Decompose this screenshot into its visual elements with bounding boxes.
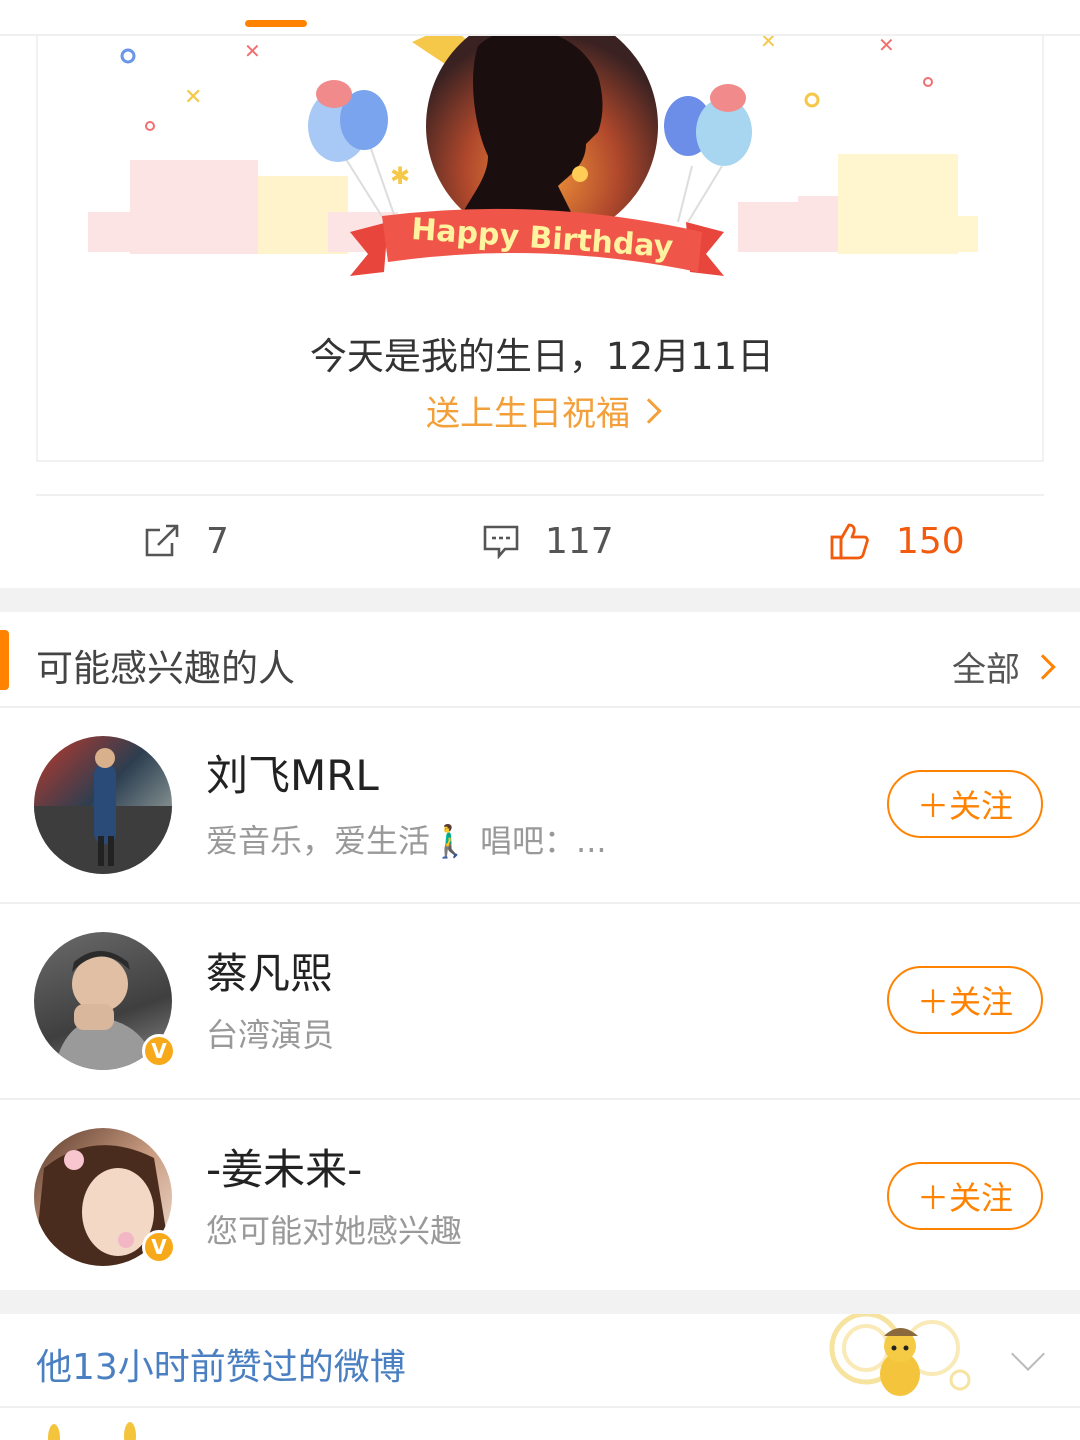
person-row[interactable]: V -姜未来- 您可能对她感兴趣 ＋关注 xyxy=(0,1100,1080,1290)
comment-button[interactable]: 117 xyxy=(483,516,614,566)
section-header: 可能感兴趣的人 全部 xyxy=(0,612,1080,708)
follow-button[interactable]: ＋关注 xyxy=(887,770,1043,838)
see-all-button[interactable]: 全部 xyxy=(952,642,1056,691)
divider xyxy=(36,494,1044,496)
chevron-down-icon[interactable] xyxy=(1011,1337,1045,1371)
next-post-preview xyxy=(0,1408,1080,1440)
person-name: 刘飞MRL xyxy=(206,751,379,800)
svg-text:✕: ✕ xyxy=(184,85,202,110)
person-name: 蔡凡熙 xyxy=(206,949,333,998)
tab-indicator xyxy=(245,20,307,27)
like-button[interactable]: 150 xyxy=(830,516,965,566)
partial-image xyxy=(48,1422,136,1440)
person-row[interactable]: V 蔡凡熙 台湾演员 ＋关注 xyxy=(0,904,1080,1100)
pikachu-decoration xyxy=(829,1314,971,1396)
birthday-post-card: ✕ ✕ ✕ ✕ ✱ Happy Birthday 今天是我的生日，12月11日 … xyxy=(0,0,1080,588)
person-row[interactable]: 刘飞MRL 爱音乐，爱生活🚶‍♂️ 唱吧：... ＋关注 xyxy=(0,708,1080,904)
like-count: 150 xyxy=(896,520,965,562)
section-title: 可能感兴趣的人 xyxy=(36,647,295,690)
person-description: 爱音乐，爱生活🚶‍♂️ 唱吧：... xyxy=(206,822,607,860)
person-description: 您可能对她感兴趣 xyxy=(206,1212,463,1250)
avatar[interactable] xyxy=(34,736,172,874)
page: ✕ ✕ ✕ ✕ ✱ Happy Birthday 今天是我的生日，12月11日 … xyxy=(0,0,1080,1440)
avatar-image xyxy=(34,748,172,874)
liked-posts-title: 他13小时前赞过的微博 xyxy=(36,1347,406,1388)
thumbs-up-icon xyxy=(830,523,869,560)
accent-bar xyxy=(0,630,9,690)
svg-text:✱: ✱ xyxy=(390,162,410,190)
repost-button[interactable]: 7 xyxy=(144,516,229,566)
follow-button[interactable]: ＋关注 xyxy=(887,966,1043,1034)
see-all-label: 全部 xyxy=(952,650,1020,690)
birthday-illustration: ✕ ✕ ✕ ✕ ✱ Happy Birthday xyxy=(88,36,978,276)
person-name: -姜未来- xyxy=(206,1145,363,1194)
comment-count: 117 xyxy=(545,520,614,562)
repost-count: 7 xyxy=(206,520,229,562)
comment-icon xyxy=(483,525,519,559)
liked-posts-header[interactable]: 他13小时前赞过的微博 xyxy=(0,1314,1080,1408)
svg-text:✕: ✕ xyxy=(760,36,777,53)
send-wishes-label: 送上生日祝福 xyxy=(426,394,630,434)
svg-text:✕: ✕ xyxy=(878,36,895,57)
chevron-right-icon xyxy=(636,398,662,424)
birthday-message: 今天是我的生日，12月11日 xyxy=(309,335,775,378)
person-description: 台湾演员 xyxy=(206,1016,335,1054)
svg-text:✕: ✕ xyxy=(244,39,261,63)
repost-icon xyxy=(145,524,179,557)
chevron-right-icon xyxy=(1030,653,1056,680)
verified-badge-icon: V xyxy=(142,1230,176,1264)
send-wishes-link[interactable]: 送上生日祝福 xyxy=(38,386,1042,435)
birthday-box[interactable]: ✕ ✕ ✕ ✕ ✱ Happy Birthday 今天是我的生日，12月11日 … xyxy=(36,36,1044,462)
verified-badge-icon: V xyxy=(142,1034,176,1068)
people-you-may-like: 可能感兴趣的人 全部 刘飞MRL 爱音乐，爱生活🚶‍♂️ 唱吧：... ＋关注 … xyxy=(0,612,1080,1290)
follow-button[interactable]: ＋关注 xyxy=(887,1162,1043,1230)
